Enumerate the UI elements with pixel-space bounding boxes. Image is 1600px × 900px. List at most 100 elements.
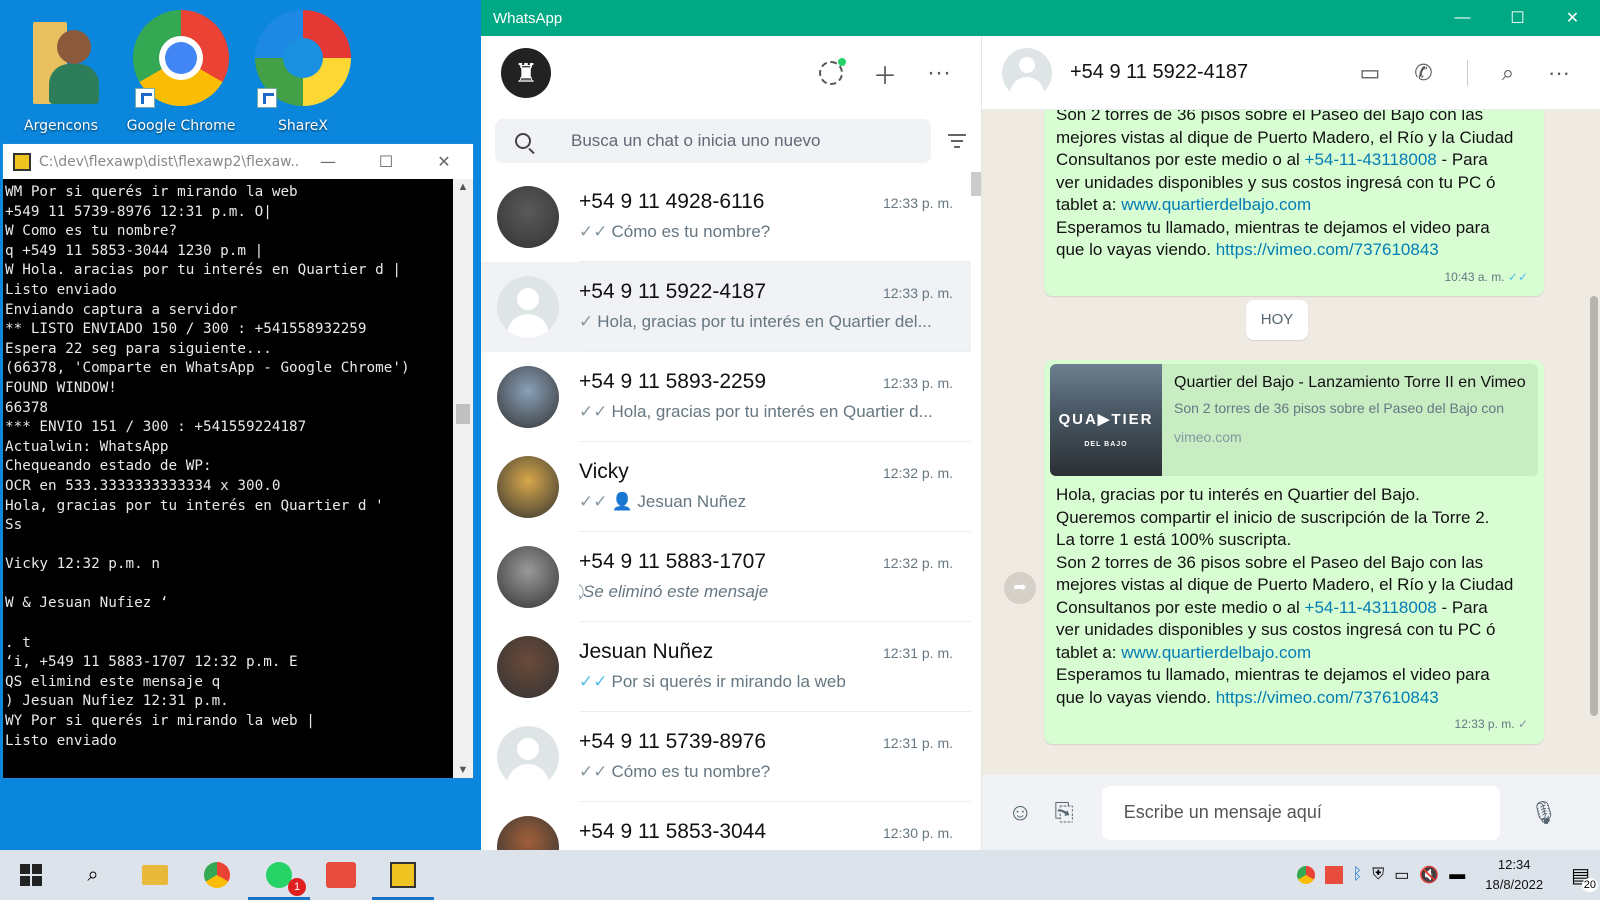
chat-avatar[interactable] [497,456,559,518]
search-icon[interactable]: ⌕ [1502,60,1514,86]
chat-avatar[interactable] [497,816,559,850]
chat-avatar[interactable] [497,186,559,248]
taskbar-explorer[interactable] [124,850,186,900]
website-link[interactable]: www.quartierdelbajo.com [1121,643,1311,662]
video-link[interactable]: https://vimeo.com/737610843 [1216,688,1439,707]
contact-avatar[interactable] [1002,47,1052,98]
forward-icon[interactable]: ➦ [1004,572,1036,604]
app-red-icon [326,862,356,888]
maximize-button[interactable]: ☐ [357,144,415,179]
start-button[interactable] [0,850,62,900]
microphone-icon[interactable]: 🎙 [1530,800,1558,826]
notification-center-icon[interactable]: ▤ 20 [1571,863,1598,892]
website-link[interactable]: www.quartierdelbajo.com [1121,195,1311,214]
new-chat-icon[interactable]: ＋ [873,56,897,91]
console-line: *** ENVIO 151 / 300 : +541559224187 [5,419,307,436]
scroll-down-icon[interactable]: ▼ [453,764,473,776]
taskbar-whatsapp[interactable]: 1 [248,850,310,900]
chrome-tray-icon[interactable] [1296,866,1315,884]
volume-muted-icon[interactable]: 🔇 [1419,865,1439,885]
chat-avatar[interactable] [497,276,559,338]
desktop-icon-chrome[interactable]: Google Chrome [126,0,236,134]
message-input[interactable]: Escribe un mensaje aquí [1101,785,1500,840]
chat-list: +54 9 11 4928-6116 12:33 p. m. ✓✓ Cómo es t… [481,172,971,850]
search-input[interactable]: Busca un chat o inicia uno nuevo [495,119,931,163]
video-thumbnail[interactable]: QUA▶TIER DEL BAJO [1050,364,1162,476]
message-bubble-old[interactable]: Son 2 torres de 36 pisos sobre el Paseo … [1044,110,1544,296]
voice-call-icon[interactable]: ✆ [1414,60,1432,86]
console-line: WY Por si querés ir mirando la web | [5,713,315,730]
desktop-icon-sharex[interactable]: ShareX [248,0,358,134]
console-line: Chequeando estado de WP: [5,458,212,475]
link-preview[interactable]: QUA▶TIER DEL BAJO Quartier del Bajo - La… [1050,364,1538,476]
sharex-tray-icon[interactable] [1324,866,1343,884]
clock-time: 12:34 [1497,857,1531,872]
clock[interactable]: 12:34 18/8/2022 [1485,855,1543,895]
chat-list-scrollbar[interactable] [971,172,981,196]
chat-avatar[interactable] [497,636,559,698]
taskbar-console[interactable] [372,850,434,900]
chat-list-item[interactable]: +54 9 11 5739-8976 12:31 p. m. ✓✓ Cómo es t… [481,712,971,802]
console-line: WM Por si querés ir mirando la web [5,184,298,200]
emoji-icon[interactable]: ☺ [1008,799,1033,827]
desktop-icon-argencons[interactable]: Argencons [6,0,116,134]
chat-avatar[interactable] [497,726,559,788]
chat-avatar[interactable] [497,546,559,608]
console-line: ) Jesuan Nufiez 12:31 p.m. [5,693,229,710]
filter-icon[interactable] [947,134,967,148]
chat-time: 12:33 p. m. [882,285,953,301]
close-button[interactable]: ✕ [415,144,473,179]
chat-list-item[interactable]: Vicky 12:32 p. m. ✓✓ 👤 Jesuan Nuñez [481,442,971,532]
console-line: Ss [5,517,23,534]
chat-avatar[interactable] [497,366,559,428]
console-window[interactable]: C:\dev\flexawp\dist\flexawp2\flexaw... —… [2,143,474,779]
chat-list-item[interactable]: +54 9 11 5883-170712:32 p. m.⃠Se eliminó… [481,532,971,622]
battery-icon[interactable]: ▬ [1449,866,1465,884]
python-icon [390,862,416,888]
system-tray: ᛒ ⛨ ▭ 🔇 ▬ 12:34 18/8/2022 ▤ 20 [1296,855,1600,895]
console-scrollbar[interactable]: ▲ ▼ [453,179,473,778]
contact-name[interactable]: +54 9 11 5922-4187 [1070,61,1248,84]
close-button[interactable]: ✕ [1545,8,1600,28]
video-link[interactable]: https://vimeo.com/737610843 [1216,240,1439,259]
more-options-icon[interactable]: ··· [1548,60,1570,86]
message-line: que lo vayas viendo. https://vimeo.com/7… [1056,687,1439,707]
taskbar-chrome[interactable] [186,850,248,900]
message-line: ver unidades disponibles y sus costos in… [1056,172,1496,192]
maximize-button[interactable]: ☐ [1490,8,1545,28]
taskbar-sharex[interactable] [310,850,372,900]
console-titlebar[interactable]: C:\dev\flexawp\dist\flexawp2\flexaw... —… [3,144,473,179]
chat-list-item[interactable]: Jesuan Nuñez 12:31 p. m. ✓✓ Por si querés i… [481,622,971,712]
message-bubble-new[interactable]: QUA▶TIER DEL BAJO Quartier del Bajo - La… [1044,360,1544,744]
video-call-icon[interactable]: ▭ [1359,60,1380,86]
message-line: Son 2 torres de 36 pisos sobre el Paseo … [1056,110,1484,124]
attach-icon[interactable]: ⎘ [1055,799,1074,827]
message-line: tablet a: www.quartierdelbajo.com [1056,195,1312,214]
console-line: Listo enviado [5,281,117,298]
scroll-up-icon[interactable]: ▲ [453,181,473,193]
minimize-button[interactable]: — [1435,9,1490,27]
console-line: ** LISTO ENVIADO 150 / 300 : +5415589322… [5,321,367,338]
shield-icon[interactable]: ⛨ [1372,866,1384,884]
console-line: +549 11 5739-8976 12:31 p.m. O| [5,203,272,220]
search-button[interactable]: ⌕ [62,850,124,900]
chat-list-item[interactable]: +54 9 11 5853-3044 12:30 p. m. [481,802,971,850]
chat-list-item[interactable]: +54 9 11 4928-6116 12:33 p. m. ✓✓ Cómo es t… [481,172,971,262]
phone-link[interactable]: +54-11-43118008 [1305,598,1437,617]
chat-list-item[interactable]: +54 9 11 5922-4187 12:33 p. m. ✓ Hola, grac… [481,262,971,352]
whatsapp-titlebar[interactable]: WhatsApp — ☐ ✕ [481,0,1600,36]
more-options-icon[interactable]: ··· [927,59,951,87]
minimize-button[interactable]: — [299,144,357,179]
console-output[interactable]: WM Por si querés ir mirando la web +549 1… [3,179,455,778]
scroll-thumb[interactable] [456,404,470,424]
profile-avatar[interactable]: ♜ [501,48,551,98]
chat-list-item[interactable]: +54 9 11 5893-2259 12:33 p. m. ✓✓ Hola, gra… [481,352,971,442]
conversation-scrollbar[interactable] [1590,296,1598,716]
message-line: tablet a: www.quartierdelbajo.com [1056,642,1312,662]
status-icon[interactable] [819,58,847,85]
network-icon[interactable]: ▭ [1394,865,1409,885]
console-line: Actualwin: WhatsApp [5,438,169,455]
bluetooth-icon[interactable]: ᛒ [1353,866,1363,884]
phone-link[interactable]: +54-11-43118008 [1305,150,1437,169]
conversation-header[interactable]: +54 9 11 5922-4187 ▭ ✆ ⌕ ··· [982,36,1600,110]
